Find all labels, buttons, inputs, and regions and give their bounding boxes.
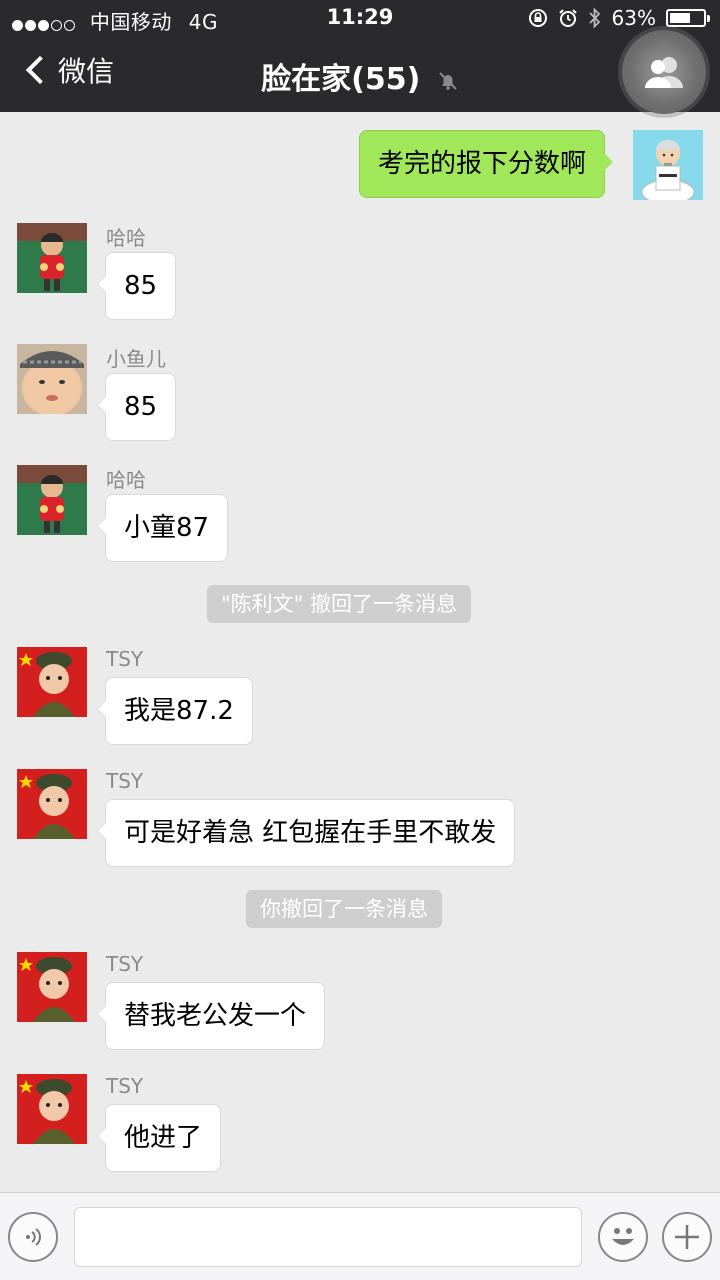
sender-name: TSY (106, 952, 144, 976)
status-icons: 63% (528, 6, 710, 30)
child-red-shirt-avatar (17, 223, 87, 293)
mute-bell-icon (439, 71, 457, 90)
rotation-lock-icon (528, 9, 547, 27)
message-bubble[interactable]: 他进了 (96, 1104, 222, 1172)
message-input[interactable] (74, 1207, 582, 1267)
self-avatar[interactable] (633, 130, 703, 200)
self-message-bubble[interactable]: 考完的报下分数啊 (359, 130, 614, 198)
battery-percent: 63% (611, 6, 656, 30)
sender-avatar[interactable] (17, 344, 87, 414)
child-red-shirt-avatar (17, 465, 87, 535)
baby-red-flag-avatar (17, 647, 87, 717)
baby-red-flag-avatar (17, 952, 87, 1022)
nav-bar: 微信 脸在家(55) (0, 30, 720, 114)
baby-red-flag-avatar (17, 769, 87, 839)
sender-avatar[interactable] (17, 952, 87, 1022)
message-bubble[interactable]: 85 (96, 373, 177, 441)
sender-avatar[interactable] (17, 1074, 87, 1144)
plus-icon (675, 1225, 699, 1249)
emoji-icon (612, 1228, 634, 1245)
sender-name: TSY (106, 647, 144, 671)
message-bubble[interactable]: 85 (96, 252, 177, 320)
bluetooth-icon (588, 7, 600, 29)
message-bubble[interactable]: 我是87.2 (97, 677, 253, 745)
emoji-button[interactable] (598, 1212, 648, 1262)
sender-avatar[interactable] (17, 769, 87, 839)
system-notice: 你撤回了一条消息 (246, 890, 442, 928)
message-bubble[interactable]: 可是好着急 红包握在手里不敢发 (96, 799, 516, 867)
system-notice: "陈利文" 撤回了一条消息 (207, 585, 471, 623)
voice-icon (26, 1228, 41, 1246)
more-button[interactable] (662, 1212, 712, 1262)
group-members-button[interactable] (622, 30, 706, 114)
group-name: 脸在家(55) (261, 62, 421, 97)
battery-icon (666, 9, 710, 27)
baby-red-flag-avatar (17, 1074, 87, 1144)
sender-name: 小鱼儿 (106, 347, 166, 371)
voice-button[interactable] (8, 1212, 58, 1262)
chat-title: 脸在家(55) (0, 54, 720, 98)
sender-avatar[interactable] (17, 647, 87, 717)
input-bar (0, 1192, 720, 1280)
sender-name: 哈哈 (106, 468, 146, 492)
chat-area[interactable]: 考完的报下分数啊 哈哈 85 小鱼儿 85 哈哈 小童87 "陈利文" 撤回了一… (0, 112, 720, 1192)
message-bubble[interactable]: 小童87 (96, 494, 229, 562)
alarm-icon (558, 9, 577, 27)
sender-name: TSY (106, 769, 144, 793)
sender-name: TSY (106, 1074, 144, 1098)
self-avatar-image (633, 130, 703, 200)
group-people-icon (645, 57, 683, 88)
sender-avatar[interactable] (17, 465, 87, 535)
message-bubble[interactable]: 替我老公发一个 (96, 982, 326, 1050)
top-bar: 中国移动 4G 11:29 63% 微信 脸在家(55) (0, 0, 720, 114)
sender-avatar[interactable] (17, 223, 87, 293)
sender-name: 哈哈 (106, 226, 146, 250)
baby-cap-avatar (17, 344, 87, 414)
status-bar: 中国移动 4G 11:29 63% (0, 0, 720, 36)
